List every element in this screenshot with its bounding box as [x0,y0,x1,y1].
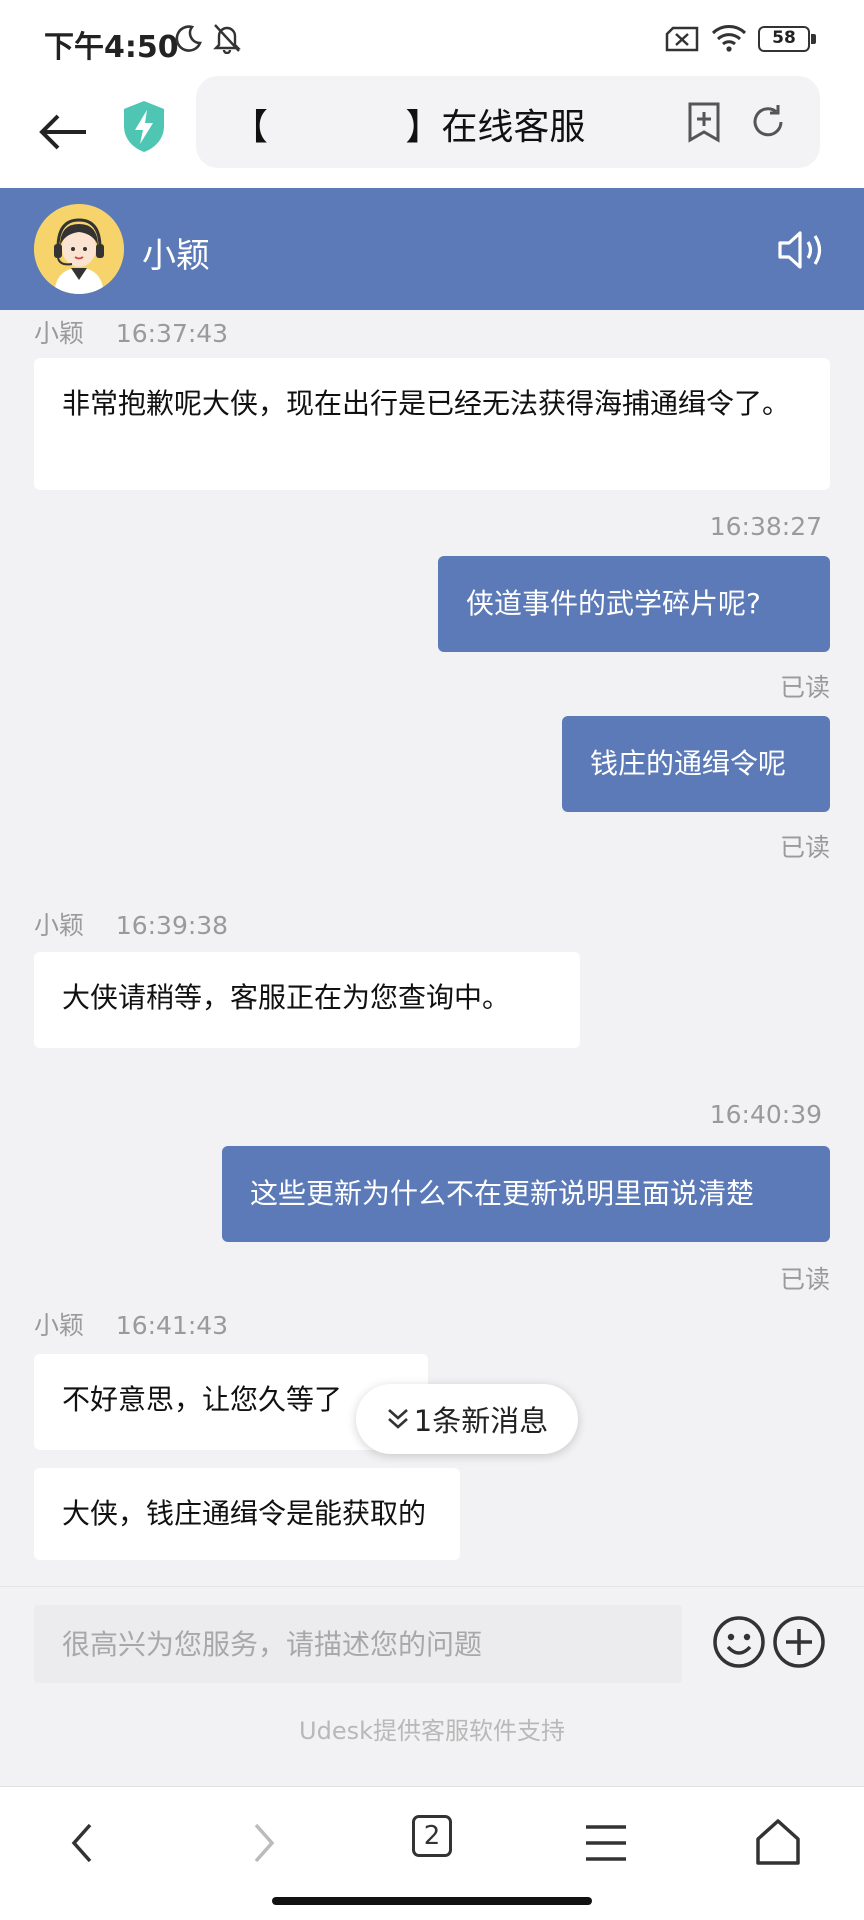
security-shield-icon[interactable] [120,98,168,154]
back-arrow-icon[interactable] [36,102,92,162]
menu-icon[interactable] [576,1813,636,1873]
outgoing-message: 这些更新为什么不在更新说明里面说清楚 [222,1146,830,1242]
message-time: 16:41:43 [115,1311,229,1340]
double-chevron-down-icon [387,1409,408,1429]
read-status: 已读 [779,673,830,702]
speaker-icon[interactable] [776,228,830,272]
bottom-nav: 2 [0,1786,864,1920]
message-input[interactable] [34,1605,682,1683]
message-time: 16:39:38 [115,911,229,940]
status-bar: 下午4:50 58 [0,0,864,76]
new-message-label: 1条新消息 [413,1404,549,1438]
outgoing-message: 钱庄的通缉令呢 [562,716,830,812]
agent-name: 小颖 [142,236,210,276]
nav-forward-icon[interactable] [232,1813,292,1873]
sender-name: 小颖 [34,319,85,348]
home-icon[interactable] [748,1813,808,1873]
incoming-message: 大侠，钱庄通缉令是能获取的 [34,1468,460,1560]
page-title: 【 】在线客服 [232,107,586,148]
message-meta: 小颖 16:37:43 [34,314,228,350]
new-message-button[interactable]: 1条新消息 [356,1384,578,1454]
tabs-button[interactable]: 2 [412,1815,452,1857]
no-sim-icon [665,26,699,52]
wifi-icon [711,25,747,52]
powered-by-text: Udesk提供客服软件支持 [299,1717,565,1745]
status-time: 下午4:50 [44,30,179,65]
sender-name: 小颖 [34,1311,85,1340]
moon-icon [175,25,202,52]
battery-indicator: 58 [758,26,816,52]
message-text: 大侠请稍等，客服正在为您查询中。 [62,981,511,1014]
input-area: Udesk提供客服软件支持 [0,1586,864,1786]
message-text: 钱庄的通缉令呢 [590,747,787,780]
bookmark-add-icon[interactable] [684,100,724,144]
message-text: 这些更新为什么不在更新说明里面说清楚 [250,1177,755,1210]
address-bar[interactable]: 【 】在线客服 [196,76,820,168]
plus-circle-icon[interactable] [772,1615,826,1669]
message-text: 不好意思，让您久等了 [62,1383,343,1416]
message-text: 侠道事件的武学碎片呢? [466,587,761,620]
message-text: 非常抱歉呢大侠，现在出行是已经无法获得海捕通缉令了。 [62,387,791,420]
message-meta: 小颖 16:39:38 [34,906,228,942]
emoji-icon[interactable] [712,1615,766,1669]
battery-level: 58 [758,26,810,52]
agent-avatar [34,204,124,294]
read-status: 已读 [779,1265,830,1294]
message-text: 大侠，钱庄通缉令是能获取的 [62,1497,427,1530]
message-time: 16:38:27 [709,512,822,541]
outgoing-message: 侠道事件的武学碎片呢? [438,556,830,652]
message-meta: 小颖 16:41:43 [34,1306,228,1342]
incoming-message: 非常抱歉呢大侠，现在出行是已经无法获得海捕通缉令了。 [34,358,830,490]
chat-header: 小颖 [0,188,864,310]
bell-off-icon [213,24,241,54]
sender-name: 小颖 [34,911,85,940]
incoming-message: 大侠请稍等，客服正在为您查询中。 [34,952,580,1048]
read-status: 已读 [779,833,830,862]
home-indicator[interactable] [272,1897,592,1905]
message-time: 16:37:43 [115,319,229,348]
browser-bar: 【 】在线客服 [0,76,864,188]
message-time: 16:40:39 [709,1100,822,1129]
refresh-icon[interactable] [748,102,788,142]
nav-back-icon[interactable] [54,1813,114,1873]
